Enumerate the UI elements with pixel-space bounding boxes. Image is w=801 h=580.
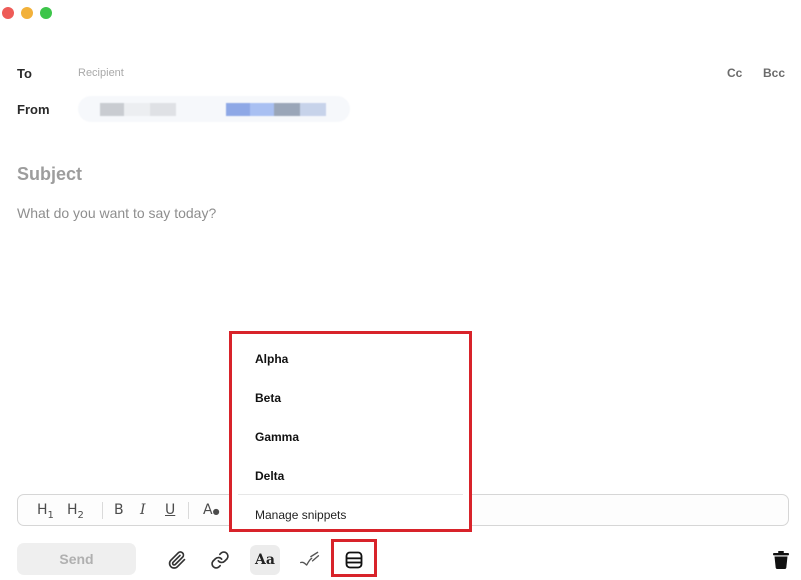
- bold-button[interactable]: B: [114, 502, 124, 518]
- text-color-label: A: [203, 502, 213, 518]
- link-icon[interactable]: [206, 546, 234, 574]
- from-account-select[interactable]: [78, 96, 350, 122]
- zoom-window-button[interactable]: [40, 7, 52, 19]
- h2-label: H: [67, 502, 78, 518]
- bcc-button[interactable]: Bcc: [763, 66, 785, 80]
- send-button[interactable]: Send: [17, 543, 136, 575]
- snippets-icon[interactable]: [340, 546, 368, 574]
- heading-1-button[interactable]: H1: [37, 502, 54, 521]
- text-color-button[interactable]: A●: [203, 502, 220, 518]
- from-label: From: [17, 102, 50, 117]
- menu-divider: [238, 494, 463, 495]
- paperclip-icon[interactable]: [163, 546, 191, 574]
- compose-window: To Cc Bcc From Subject What do you want …: [0, 0, 801, 580]
- h1-label: H: [37, 502, 48, 518]
- to-label: To: [17, 66, 32, 81]
- h1-sub: 1: [47, 509, 54, 521]
- recipient-input[interactable]: [78, 64, 678, 82]
- window-controls: [2, 7, 52, 19]
- color-drop-icon: ●: [212, 507, 220, 516]
- manage-snippets-item[interactable]: Manage snippets: [255, 508, 346, 522]
- subject-field[interactable]: Subject: [17, 164, 82, 185]
- body-editor[interactable]: What do you want to say today?: [17, 205, 216, 221]
- snippet-item-gamma[interactable]: Gamma: [255, 430, 299, 444]
- text-format-toggle[interactable]: Aa: [250, 545, 280, 575]
- trash-icon[interactable]: [767, 546, 795, 574]
- snippet-item-beta[interactable]: Beta: [255, 391, 281, 405]
- signature-icon[interactable]: [296, 546, 324, 574]
- snippet-item-alpha[interactable]: Alpha: [255, 352, 288, 366]
- italic-button[interactable]: I: [140, 502, 146, 518]
- toolbar-divider: [188, 502, 189, 519]
- toolbar-divider: [102, 502, 103, 519]
- h2-sub: 2: [77, 509, 84, 521]
- cc-button[interactable]: Cc: [727, 66, 742, 80]
- snippet-item-delta[interactable]: Delta: [255, 469, 284, 483]
- heading-2-button[interactable]: H2: [67, 502, 84, 521]
- snippets-menu: Alpha Beta Gamma Delta Manage snippets: [229, 331, 472, 532]
- close-window-button[interactable]: [2, 7, 14, 19]
- minimize-window-button[interactable]: [21, 7, 33, 19]
- underline-button[interactable]: U: [165, 502, 175, 518]
